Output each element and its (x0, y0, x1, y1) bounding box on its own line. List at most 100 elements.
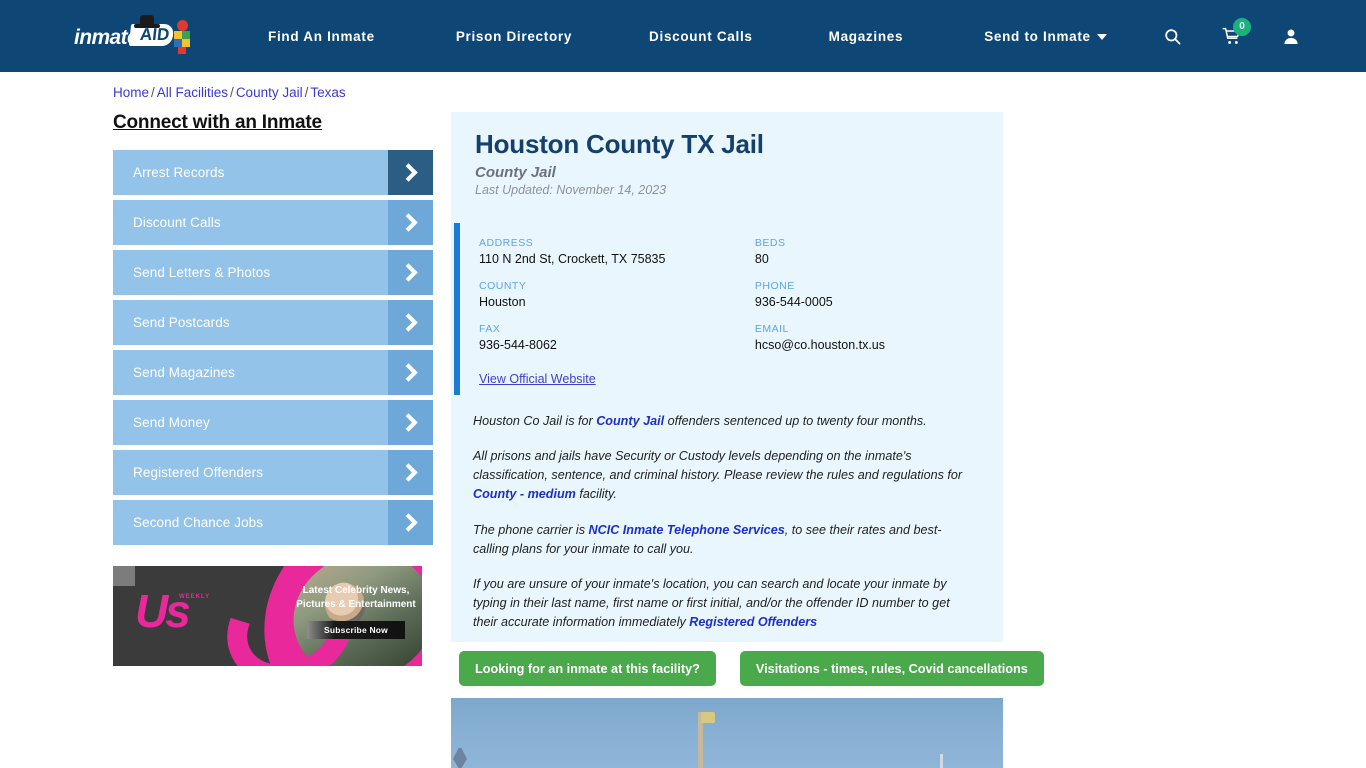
detail-value: 80 (755, 252, 1003, 266)
breadcrumb: Home/All Facilities/County Jail/Texas (113, 85, 346, 100)
chevron-right-icon (388, 250, 433, 295)
detail-label: PHONE (755, 280, 1003, 292)
description-paragraph-1: Houston Co Jail is for County Jail offen… (473, 412, 975, 431)
logo-wordmark: inmate (74, 26, 138, 50)
breadcrumb-separator: / (230, 85, 234, 100)
photo-lamp-fixture (701, 712, 715, 723)
breadcrumb-item-all-facilities[interactable]: All Facilities (157, 85, 228, 100)
sidebar-item-arrest-records[interactable]: Arrest Records (113, 150, 433, 195)
detail-label: EMAIL (755, 323, 1003, 335)
sidebar-item-registered-offenders[interactable]: Registered Offenders (113, 450, 433, 495)
facility-details-column-left: ADDRESS 110 N 2nd St, Crockett, TX 75835… (479, 237, 755, 388)
sidebar: Connect with an Inmate Arrest Records Di… (113, 112, 433, 550)
facility-details-grid: ADDRESS 110 N 2nd St, Crockett, TX 75835… (479, 237, 1003, 388)
nav-item-find-an-inmate[interactable]: Find An Inmate (268, 29, 375, 44)
detail-value: 936-544-0005 (755, 295, 1003, 309)
facility-description: Houston Co Jail is for County Jail offen… (451, 404, 1003, 632)
top-navigation-bar: inmate AID Find An Inmate Prison Directo… (0, 0, 1366, 72)
link-registered-offenders[interactable]: Registered Offenders (689, 615, 817, 629)
chevron-right-icon (388, 450, 433, 495)
detail-label: BEDS (755, 237, 1003, 249)
ad-subscribe-button[interactable]: Subscribe Now (307, 621, 405, 639)
chevron-right-icon (388, 500, 433, 545)
para2-text-a: All prisons and jails have Security or C… (473, 449, 962, 482)
sidebar-item-discount-calls[interactable]: Discount Calls (113, 200, 433, 245)
para1-text-b: offenders sentenced up to twenty four mo… (664, 414, 927, 428)
detail-value: hcso@co.houston.tx.us (755, 338, 1003, 352)
logo-figure-icon (172, 20, 194, 54)
para1-text-a: Houston Co Jail is for (473, 414, 596, 428)
detail-label: ADDRESS (479, 237, 755, 249)
breadcrumb-item-county-jail[interactable]: County Jail (236, 85, 303, 100)
chevron-down-icon (1097, 34, 1107, 40)
photo-foreground-object (453, 748, 467, 768)
site-logo[interactable]: inmate AID (74, 18, 196, 58)
sidebar-item-label: Arrest Records (113, 165, 224, 180)
sidebar-item-send-postcards[interactable]: Send Postcards (113, 300, 433, 345)
view-official-website-link[interactable]: View Official Website (479, 372, 596, 386)
cart-count-badge: 0 (1233, 18, 1251, 36)
page-title: Houston County TX Jail (451, 112, 1003, 160)
sidebar-item-second-chance-jobs[interactable]: Second Chance Jobs (113, 500, 433, 545)
nav-icon-group: 0 (1163, 0, 1300, 72)
breadcrumb-separator: / (305, 85, 309, 100)
chevron-right-icon (388, 150, 433, 195)
detail-beds: BEDS 80 (755, 237, 1003, 266)
primary-nav-links: Find An Inmate Prison Directory Discount… (268, 0, 1107, 72)
sidebar-heading: Connect with an Inmate (113, 112, 433, 134)
facility-type: County Jail (451, 160, 1003, 181)
account-icon[interactable] (1282, 27, 1300, 46)
facility-details-block: ADDRESS 110 N 2nd St, Crockett, TX 75835… (451, 223, 1003, 404)
ad-copy-block: Latest Celebrity News, Pictures & Entert… (296, 584, 416, 639)
sidebar-item-label: Send Letters & Photos (113, 265, 270, 280)
link-ncic-telephone-services[interactable]: NCIC Inmate Telephone Services (589, 523, 785, 537)
sidebar-item-label: Send Magazines (113, 365, 235, 380)
search-icon[interactable] (1163, 27, 1182, 46)
sidebar-item-send-letters-photos[interactable]: Send Letters & Photos (113, 250, 433, 295)
action-button-row: Looking for an inmate at this facility? … (459, 651, 1044, 686)
nav-item-send-to-inmate[interactable]: Send to Inmate (984, 29, 1107, 44)
inmate-search-button[interactable]: Looking for an inmate at this facility? (459, 651, 716, 686)
detail-fax: FAX 936-544-8062 (479, 323, 755, 352)
detail-email: EMAIL hcso@co.houston.tx.us (755, 323, 1003, 352)
sidebar-item-label: Second Chance Jobs (113, 515, 263, 530)
sidebar-item-send-money[interactable]: Send Money (113, 400, 433, 445)
nav-item-send-to-inmate-label: Send to Inmate (984, 29, 1091, 44)
nav-item-discount-calls[interactable]: Discount Calls (649, 29, 753, 44)
sidebar-item-label: Registered Offenders (113, 465, 263, 480)
sidebar-item-label: Discount Calls (113, 215, 221, 230)
chevron-right-icon (388, 200, 433, 245)
chevron-right-icon (388, 300, 433, 345)
link-county-medium[interactable]: County - medium (473, 487, 576, 501)
sidebar-item-send-magazines[interactable]: Send Magazines (113, 350, 433, 395)
breadcrumb-separator: / (151, 85, 155, 100)
detail-value: 110 N 2nd St, Crockett, TX 75835 (479, 252, 755, 266)
breadcrumb-item-home[interactable]: Home (113, 85, 149, 100)
description-paragraph-2: All prisons and jails have Security or C… (473, 447, 975, 504)
description-paragraph-3: The phone carrier is NCIC Inmate Telepho… (473, 521, 975, 559)
nav-item-prison-directory[interactable]: Prison Directory (456, 29, 572, 44)
description-paragraph-4: If you are unsure of your inmate's locat… (473, 575, 975, 632)
accent-bar (454, 223, 460, 395)
para2-text-b: facility. (576, 487, 617, 501)
sidebar-advertisement[interactable]: Us WEEKLY Latest Celebrity News, Picture… (113, 566, 422, 666)
facility-info-card: Houston County TX Jail County Jail Last … (451, 112, 1003, 642)
para3-text-a: The phone carrier is (473, 523, 589, 537)
ad-brand-sublabel: WEEKLY (179, 594, 210, 600)
sidebar-item-label: Send Money (113, 415, 210, 430)
breadcrumb-item-texas[interactable]: Texas (310, 85, 345, 100)
detail-address: ADDRESS 110 N 2nd St, Crockett, TX 75835 (479, 237, 755, 266)
detail-label: COUNTY (479, 280, 755, 292)
detail-county: COUNTY Houston (479, 280, 755, 309)
detective-hat-icon (134, 15, 160, 28)
cart-icon[interactable]: 0 (1222, 27, 1242, 46)
chevron-right-icon (388, 350, 433, 395)
detail-phone: PHONE 936-544-0005 (755, 280, 1003, 309)
visitations-button[interactable]: Visitations - times, rules, Covid cancel… (740, 651, 1044, 686)
detail-label: FAX (479, 323, 755, 335)
nav-item-magazines[interactable]: Magazines (829, 29, 904, 44)
last-updated-text: Last Updated: November 14, 2023 (451, 181, 1003, 197)
link-county-jail[interactable]: County Jail (596, 414, 664, 428)
sidebar-item-label: Send Postcards (113, 315, 230, 330)
ad-corner-block (113, 566, 135, 586)
